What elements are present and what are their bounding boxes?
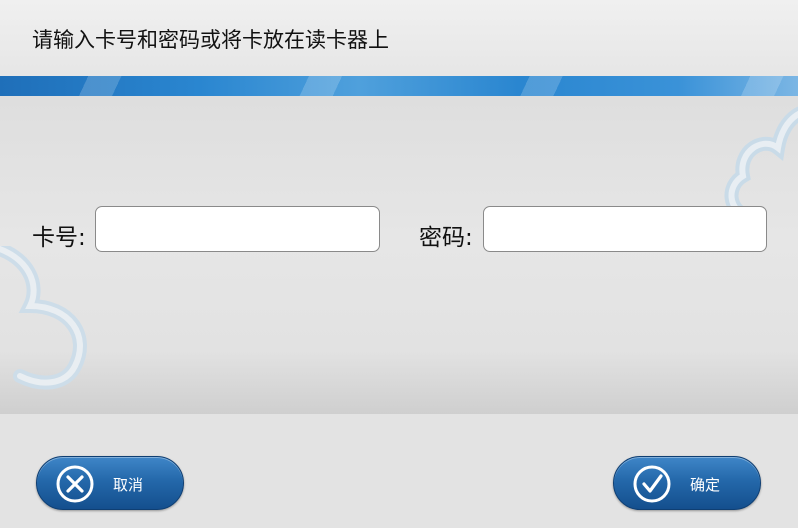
cloud-decoration-left xyxy=(0,246,87,390)
form-area: 卡号: 密码: xyxy=(0,96,798,414)
checkmark-circle-icon xyxy=(633,465,671,503)
close-circle-icon xyxy=(56,465,94,503)
cancel-button-label: 取消 xyxy=(113,476,144,494)
confirm-button[interactable]: 确定 xyxy=(613,456,761,510)
cancel-button[interactable]: 取消 xyxy=(36,456,184,510)
password-input[interactable] xyxy=(483,206,767,252)
dialog-header: 请输入卡号和密码或将卡放在读卡器上 xyxy=(0,0,798,76)
confirm-button-label: 确定 xyxy=(690,476,721,494)
card-number-label: 卡号: xyxy=(32,225,86,251)
card-number-input[interactable] xyxy=(95,206,380,252)
header-stripe-sheen xyxy=(0,76,798,96)
password-label: 密码: xyxy=(419,225,473,251)
dialog-title: 请输入卡号和密码或将卡放在读卡器上 xyxy=(32,28,389,52)
dialog-footer: 取消 确定 xyxy=(0,414,798,528)
